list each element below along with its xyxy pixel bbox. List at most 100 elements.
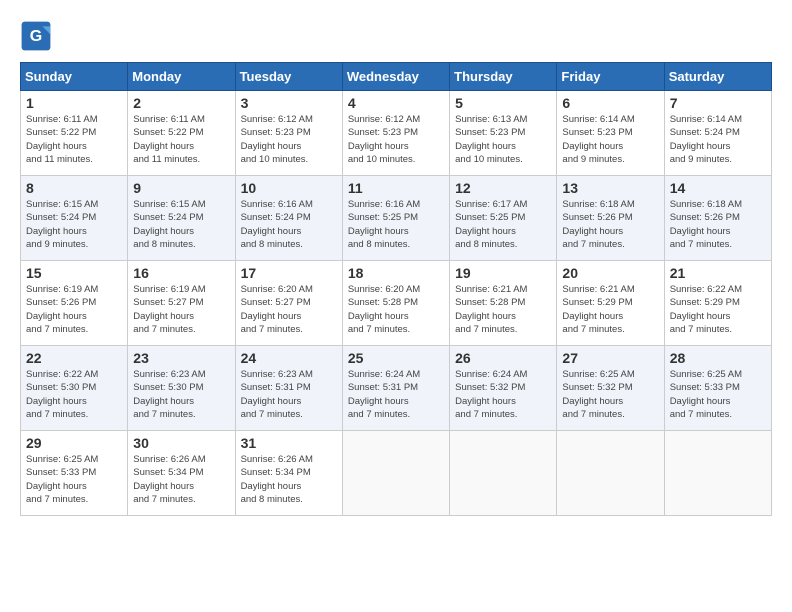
- calendar-table: SundayMondayTuesdayWednesdayThursdayFrid…: [20, 62, 772, 516]
- calendar-day-cell: 10 Sunrise: 6:16 AMSunset: 5:24 PMDaylig…: [235, 176, 342, 261]
- day-number: 17: [241, 265, 337, 281]
- calendar-week-row: 15 Sunrise: 6:19 AMSunset: 5:26 PMDaylig…: [21, 261, 772, 346]
- calendar-day-cell: 31 Sunrise: 6:26 AMSunset: 5:34 PMDaylig…: [235, 431, 342, 516]
- calendar-day-cell: 30 Sunrise: 6:26 AMSunset: 5:34 PMDaylig…: [128, 431, 235, 516]
- calendar-day-cell: 21 Sunrise: 6:22 AMSunset: 5:29 PMDaylig…: [664, 261, 771, 346]
- day-info: Sunrise: 6:15 AMSunset: 5:24 PMDaylight …: [133, 198, 229, 251]
- day-number: 27: [562, 350, 658, 366]
- day-info: Sunrise: 6:24 AMSunset: 5:32 PMDaylight …: [455, 368, 551, 421]
- day-info: Sunrise: 6:21 AMSunset: 5:28 PMDaylight …: [455, 283, 551, 336]
- weekday-header: Sunday: [21, 63, 128, 91]
- day-number: 3: [241, 95, 337, 111]
- calendar-day-cell: 22 Sunrise: 6:22 AMSunset: 5:30 PMDaylig…: [21, 346, 128, 431]
- calendar-day-cell: [664, 431, 771, 516]
- day-number: 31: [241, 435, 337, 451]
- day-number: 4: [348, 95, 444, 111]
- day-number: 13: [562, 180, 658, 196]
- day-info: Sunrise: 6:23 AMSunset: 5:30 PMDaylight …: [133, 368, 229, 421]
- day-number: 12: [455, 180, 551, 196]
- calendar-week-row: 29 Sunrise: 6:25 AMSunset: 5:33 PMDaylig…: [21, 431, 772, 516]
- calendar-day-cell: 12 Sunrise: 6:17 AMSunset: 5:25 PMDaylig…: [450, 176, 557, 261]
- calendar-day-cell: 18 Sunrise: 6:20 AMSunset: 5:28 PMDaylig…: [342, 261, 449, 346]
- day-number: 20: [562, 265, 658, 281]
- calendar-day-cell: 16 Sunrise: 6:19 AMSunset: 5:27 PMDaylig…: [128, 261, 235, 346]
- day-info: Sunrise: 6:20 AMSunset: 5:27 PMDaylight …: [241, 283, 337, 336]
- day-number: 1: [26, 95, 122, 111]
- calendar-day-cell: 25 Sunrise: 6:24 AMSunset: 5:31 PMDaylig…: [342, 346, 449, 431]
- day-number: 10: [241, 180, 337, 196]
- calendar-day-cell: 26 Sunrise: 6:24 AMSunset: 5:32 PMDaylig…: [450, 346, 557, 431]
- calendar-week-row: 8 Sunrise: 6:15 AMSunset: 5:24 PMDayligh…: [21, 176, 772, 261]
- day-number: 23: [133, 350, 229, 366]
- day-info: Sunrise: 6:25 AMSunset: 5:32 PMDaylight …: [562, 368, 658, 421]
- day-number: 5: [455, 95, 551, 111]
- day-info: Sunrise: 6:16 AMSunset: 5:25 PMDaylight …: [348, 198, 444, 251]
- calendar-day-cell: [557, 431, 664, 516]
- day-info: Sunrise: 6:15 AMSunset: 5:24 PMDaylight …: [26, 198, 122, 251]
- day-info: Sunrise: 6:18 AMSunset: 5:26 PMDaylight …: [670, 198, 766, 251]
- day-info: Sunrise: 6:14 AMSunset: 5:24 PMDaylight …: [670, 113, 766, 166]
- day-number: 25: [348, 350, 444, 366]
- weekday-header: Monday: [128, 63, 235, 91]
- weekday-header: Saturday: [664, 63, 771, 91]
- logo-icon: G: [20, 20, 52, 52]
- day-number: 15: [26, 265, 122, 281]
- day-info: Sunrise: 6:26 AMSunset: 5:34 PMDaylight …: [133, 453, 229, 506]
- day-info: Sunrise: 6:25 AMSunset: 5:33 PMDaylight …: [26, 453, 122, 506]
- calendar-day-cell: 14 Sunrise: 6:18 AMSunset: 5:26 PMDaylig…: [664, 176, 771, 261]
- svg-text:G: G: [30, 28, 42, 45]
- day-info: Sunrise: 6:13 AMSunset: 5:23 PMDaylight …: [455, 113, 551, 166]
- calendar-day-cell: 3 Sunrise: 6:12 AMSunset: 5:23 PMDayligh…: [235, 91, 342, 176]
- day-info: Sunrise: 6:19 AMSunset: 5:26 PMDaylight …: [26, 283, 122, 336]
- calendar-day-cell: [342, 431, 449, 516]
- day-info: Sunrise: 6:20 AMSunset: 5:28 PMDaylight …: [348, 283, 444, 336]
- weekday-header: Friday: [557, 63, 664, 91]
- day-info: Sunrise: 6:11 AMSunset: 5:22 PMDaylight …: [26, 113, 122, 166]
- day-number: 28: [670, 350, 766, 366]
- calendar-day-cell: 20 Sunrise: 6:21 AMSunset: 5:29 PMDaylig…: [557, 261, 664, 346]
- day-number: 6: [562, 95, 658, 111]
- calendar-day-cell: 9 Sunrise: 6:15 AMSunset: 5:24 PMDayligh…: [128, 176, 235, 261]
- day-number: 16: [133, 265, 229, 281]
- calendar-day-cell: [450, 431, 557, 516]
- page-header: G: [20, 20, 772, 52]
- logo: G: [20, 20, 56, 52]
- day-info: Sunrise: 6:12 AMSunset: 5:23 PMDaylight …: [348, 113, 444, 166]
- calendar-day-cell: 13 Sunrise: 6:18 AMSunset: 5:26 PMDaylig…: [557, 176, 664, 261]
- day-number: 11: [348, 180, 444, 196]
- day-info: Sunrise: 6:19 AMSunset: 5:27 PMDaylight …: [133, 283, 229, 336]
- calendar-day-cell: 8 Sunrise: 6:15 AMSunset: 5:24 PMDayligh…: [21, 176, 128, 261]
- day-info: Sunrise: 6:17 AMSunset: 5:25 PMDaylight …: [455, 198, 551, 251]
- calendar-day-cell: 29 Sunrise: 6:25 AMSunset: 5:33 PMDaylig…: [21, 431, 128, 516]
- calendar-day-cell: 28 Sunrise: 6:25 AMSunset: 5:33 PMDaylig…: [664, 346, 771, 431]
- weekday-header: Thursday: [450, 63, 557, 91]
- calendar-day-cell: 17 Sunrise: 6:20 AMSunset: 5:27 PMDaylig…: [235, 261, 342, 346]
- calendar-day-cell: 23 Sunrise: 6:23 AMSunset: 5:30 PMDaylig…: [128, 346, 235, 431]
- weekday-header: Wednesday: [342, 63, 449, 91]
- day-number: 22: [26, 350, 122, 366]
- calendar-week-row: 22 Sunrise: 6:22 AMSunset: 5:30 PMDaylig…: [21, 346, 772, 431]
- calendar-day-cell: 1 Sunrise: 6:11 AMSunset: 5:22 PMDayligh…: [21, 91, 128, 176]
- calendar-day-cell: 15 Sunrise: 6:19 AMSunset: 5:26 PMDaylig…: [21, 261, 128, 346]
- day-number: 9: [133, 180, 229, 196]
- calendar-week-row: 1 Sunrise: 6:11 AMSunset: 5:22 PMDayligh…: [21, 91, 772, 176]
- day-info: Sunrise: 6:12 AMSunset: 5:23 PMDaylight …: [241, 113, 337, 166]
- day-info: Sunrise: 6:22 AMSunset: 5:29 PMDaylight …: [670, 283, 766, 336]
- day-number: 18: [348, 265, 444, 281]
- day-number: 14: [670, 180, 766, 196]
- calendar-day-cell: 2 Sunrise: 6:11 AMSunset: 5:22 PMDayligh…: [128, 91, 235, 176]
- day-info: Sunrise: 6:24 AMSunset: 5:31 PMDaylight …: [348, 368, 444, 421]
- day-info: Sunrise: 6:16 AMSunset: 5:24 PMDaylight …: [241, 198, 337, 251]
- calendar-day-cell: 5 Sunrise: 6:13 AMSunset: 5:23 PMDayligh…: [450, 91, 557, 176]
- calendar-day-cell: 19 Sunrise: 6:21 AMSunset: 5:28 PMDaylig…: [450, 261, 557, 346]
- weekday-header-row: SundayMondayTuesdayWednesdayThursdayFrid…: [21, 63, 772, 91]
- calendar-day-cell: 24 Sunrise: 6:23 AMSunset: 5:31 PMDaylig…: [235, 346, 342, 431]
- day-info: Sunrise: 6:21 AMSunset: 5:29 PMDaylight …: [562, 283, 658, 336]
- calendar-day-cell: 11 Sunrise: 6:16 AMSunset: 5:25 PMDaylig…: [342, 176, 449, 261]
- calendar-day-cell: 4 Sunrise: 6:12 AMSunset: 5:23 PMDayligh…: [342, 91, 449, 176]
- weekday-header: Tuesday: [235, 63, 342, 91]
- calendar-day-cell: 6 Sunrise: 6:14 AMSunset: 5:23 PMDayligh…: [557, 91, 664, 176]
- day-number: 29: [26, 435, 122, 451]
- day-info: Sunrise: 6:14 AMSunset: 5:23 PMDaylight …: [562, 113, 658, 166]
- day-number: 24: [241, 350, 337, 366]
